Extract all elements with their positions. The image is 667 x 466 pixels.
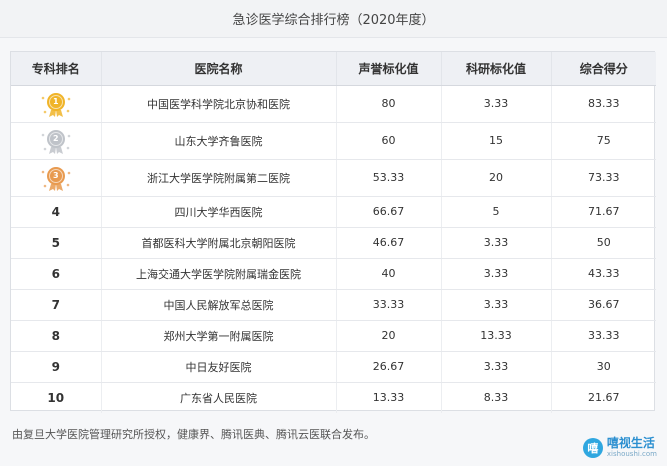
hospital-name-cell: 浙江大学医学院附属第二医院 xyxy=(101,159,337,197)
watermark-name: 嘻视生活 xyxy=(606,436,655,450)
rank-number: 4 xyxy=(51,204,60,219)
reputation-value-cell: 60 xyxy=(336,122,442,160)
ranking-table: 专科排名 医院名称 声誉标化值 科研标化值 综合得分 1 中国医学科学院北京协和医… xyxy=(10,51,656,413)
research-value-cell: 20 xyxy=(441,159,552,197)
rank-number: 10 xyxy=(47,390,65,405)
research-value-cell: 3.33 xyxy=(441,85,552,123)
reputation-value-cell: 40 xyxy=(336,258,442,290)
research-value-cell: 15 xyxy=(441,122,552,160)
research-value-cell: 3.33 xyxy=(441,351,552,383)
rank-cell: 4 xyxy=(11,196,102,228)
gold-medal-icon: 1 xyxy=(38,90,74,118)
table-row: 9 中日友好医院 26.67 3.33 30 xyxy=(11,351,656,383)
header-score: 综合得分 xyxy=(551,52,656,86)
total-score-cell: 21.67 xyxy=(588,391,620,405)
table-row: 10 广东省人民医院 13.33 8.33 21.67 xyxy=(11,382,656,413)
hospital-name-cell: 上海交通大学医学院附属瑞金医院 xyxy=(101,258,337,290)
rank-cell: 2 xyxy=(11,122,102,160)
research-value-cell: 5 xyxy=(441,196,552,228)
hospital-name-cell: 广东省人民医院 xyxy=(101,382,337,413)
hospital-name-cell: 四川大学华西医院 xyxy=(101,196,337,228)
header-research: 科研标化值 xyxy=(441,52,552,86)
research-value-cell: 3.33 xyxy=(441,289,552,321)
hospital-name-cell: 中国人民解放军总医院 xyxy=(101,289,337,321)
table-header-row: 专科排名 医院名称 声誉标化值 科研标化值 综合得分 xyxy=(11,52,656,86)
rank-number: 1 xyxy=(52,97,59,106)
rank-number: 5 xyxy=(51,235,60,250)
reputation-value-cell: 13.33 xyxy=(336,382,442,413)
total-score-cell: 33.33 xyxy=(551,320,656,352)
total-score-cell: 43.33 xyxy=(551,258,656,290)
source-note: 由复旦大学医院管理研究所授权，健康界、腾讯医典、腾讯云医联合发布。 xyxy=(12,428,375,441)
total-score-cell: 83.33 xyxy=(551,85,656,123)
watermark-icon: 嘻 xyxy=(582,437,603,458)
reputation-value-cell: 26.67 xyxy=(336,351,442,383)
hospital-name-cell: 山东大学齐鲁医院 xyxy=(101,122,337,160)
table-row: 7 中国人民解放军总医院 33.33 3.33 36.67 xyxy=(11,289,656,321)
table-row: 2 山东大学齐鲁医院 60 15 75 xyxy=(11,122,656,160)
rank-number: 7 xyxy=(51,297,60,312)
header-rank: 专科排名 xyxy=(11,52,102,86)
rank-number: 9 xyxy=(51,359,60,374)
total-score-cell: 73.33 xyxy=(551,159,656,197)
rank-cell: 3 xyxy=(11,159,102,197)
page-title: 急诊医学综合排行榜（2020年度） xyxy=(0,0,667,38)
table-row: 4 四川大学华西医院 66.67 5 71.67 xyxy=(11,196,656,228)
header-reputation: 声誉标化值 xyxy=(336,52,442,86)
reputation-value-cell: 20 xyxy=(336,320,442,352)
research-value-cell: 3.33 xyxy=(441,227,552,259)
hospital-name-cell: 中国医学科学院北京协和医院 xyxy=(101,85,337,123)
reputation-value-cell: 33.33 xyxy=(336,289,442,321)
rank-number: 2 xyxy=(52,134,59,143)
hospital-name-cell: 中日友好医院 xyxy=(101,351,337,383)
watermark-url: xishoushi.com xyxy=(606,450,657,458)
reputation-value-cell: 80 xyxy=(336,85,442,123)
rank-number: 8 xyxy=(51,328,60,343)
reputation-value-cell: 53.33 xyxy=(336,159,442,197)
total-score-cell: 71.67 xyxy=(551,196,656,228)
research-value-cell: 3.33 xyxy=(441,258,552,290)
rank-cell: 5 xyxy=(11,227,102,259)
table-row: 6 上海交通大学医学院附属瑞金医院 40 3.33 43.33 xyxy=(11,258,656,290)
reputation-value-cell: 46.67 xyxy=(336,227,442,259)
header-hospital: 医院名称 xyxy=(101,52,337,86)
rank-number: 6 xyxy=(51,266,60,281)
total-score-cell: 30 xyxy=(551,351,656,383)
reputation-value-cell: 66.67 xyxy=(336,196,442,228)
total-score-cell: 75 xyxy=(551,122,656,160)
table-row: 8 郑州大学第一附属医院 20 13.33 33.33 xyxy=(11,320,656,352)
silver-medal-icon: 2 xyxy=(38,127,74,155)
rank-number: 3 xyxy=(52,171,59,180)
hospital-name-cell: 首都医科大学附属北京朝阳医院 xyxy=(101,227,337,259)
table-row: 3 浙江大学医学院附属第二医院 53.33 20 73.33 xyxy=(11,159,656,197)
rank-cell: 1 xyxy=(11,85,102,123)
rank-cell: 8 xyxy=(11,320,102,352)
bronze-medal-icon: 3 xyxy=(38,164,74,192)
rank-cell: 7 xyxy=(11,289,102,321)
rank-cell: 10 xyxy=(11,382,102,413)
page: 急诊医学综合排行榜（2020年度） 专科排名 医院名称 声誉标化值 科研标化值 … xyxy=(0,0,667,466)
total-score-cell: 50 xyxy=(551,227,656,259)
rank-cell: 9 xyxy=(11,351,102,383)
hospital-name-cell: 郑州大学第一附属医院 xyxy=(101,320,337,352)
table-row: 1 中国医学科学院北京协和医院 80 3.33 83.33 xyxy=(11,85,656,123)
rank-cell: 6 xyxy=(11,258,102,290)
research-value-cell: 8.33 xyxy=(441,382,552,413)
total-score-cell: 36.67 xyxy=(551,289,656,321)
watermark-logo: 嘻 嘻视生活 xishoushi.com xyxy=(582,436,657,458)
table-row: 5 首都医科大学附属北京朝阳医院 46.67 3.33 50 xyxy=(11,227,656,259)
research-value-cell: 13.33 xyxy=(441,320,552,352)
